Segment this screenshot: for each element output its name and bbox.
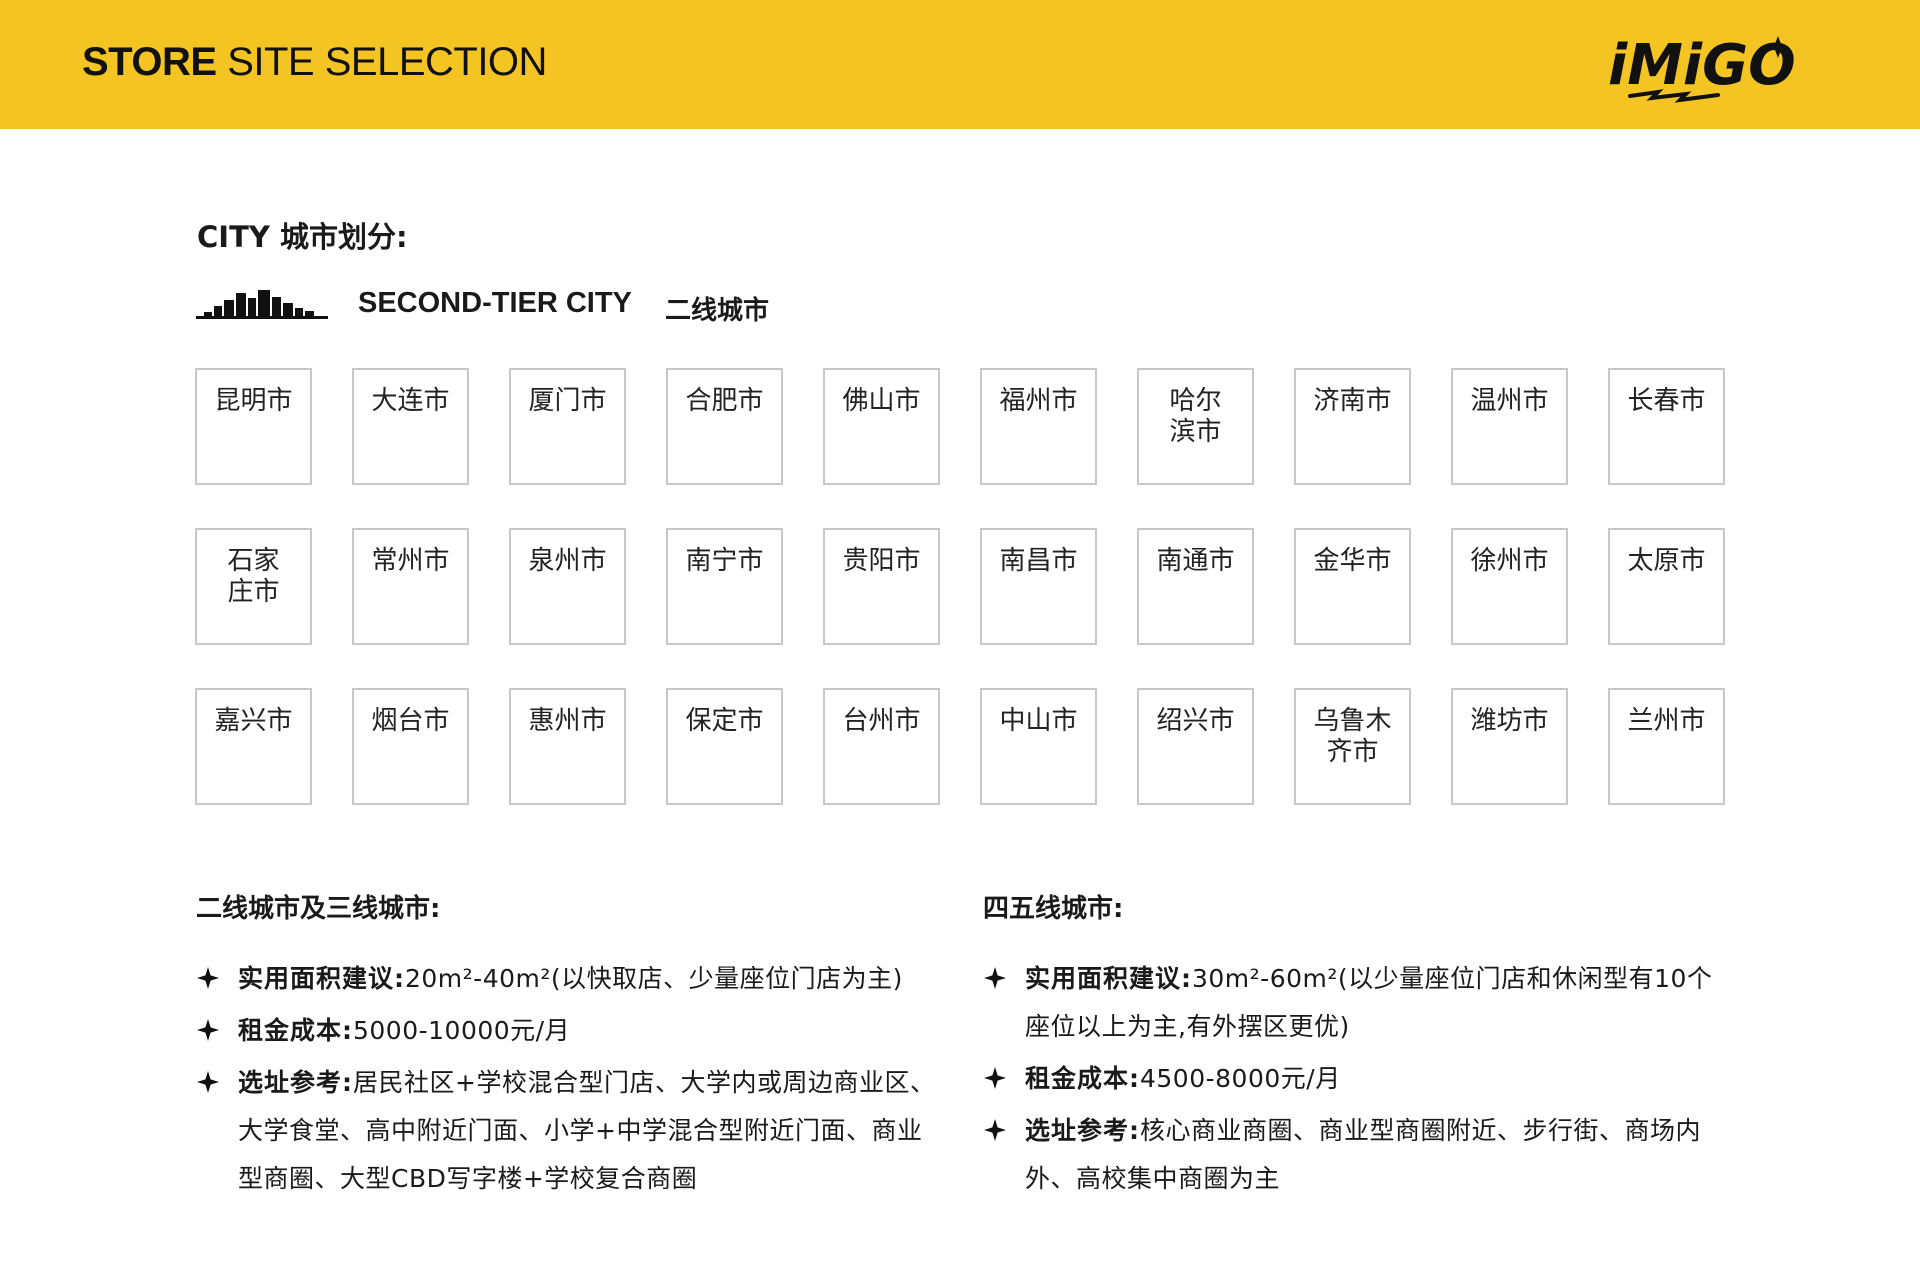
city-box: 温州市 bbox=[1451, 368, 1568, 485]
city-box: 南昌市 bbox=[980, 528, 1097, 645]
item-label: 选址参考: bbox=[1025, 1116, 1140, 1145]
four-point-star-icon bbox=[984, 1119, 1006, 1141]
imigo-logo: iMiGO bbox=[1608, 33, 1796, 103]
city-box: 台州市 bbox=[823, 688, 940, 805]
city-name: 合肥市 bbox=[685, 386, 764, 416]
city-name: 中山市 bbox=[999, 706, 1078, 736]
item-label: 租金成本: bbox=[1025, 1064, 1140, 1093]
item-text: 5000-10000元/月 bbox=[353, 1016, 571, 1045]
tier-subtitle: 二线城市 bbox=[665, 296, 770, 326]
city-box: 潍坊市 bbox=[1451, 688, 1568, 805]
city-box: 常州市 bbox=[352, 528, 469, 645]
city-box: 长春市 bbox=[1608, 368, 1725, 485]
city-box: 绍兴市 bbox=[1137, 688, 1254, 805]
city-box: 厦门市 bbox=[509, 368, 626, 485]
city-box: 乌鲁木齐市 bbox=[1294, 688, 1411, 805]
city-name: 太原市 bbox=[1627, 546, 1706, 576]
city-box: 贵阳市 bbox=[823, 528, 940, 645]
city-box: 保定市 bbox=[666, 688, 783, 805]
list-item: 选址参考:核心商业商圈、商业型商圈附近、步行街、商场内外、高校集中商圈为主 bbox=[983, 1107, 1733, 1203]
city-name: 福州市 bbox=[999, 386, 1078, 416]
four-point-star-icon bbox=[984, 967, 1006, 989]
header-bar: STORE SITE SELECTION iMiGO bbox=[0, 0, 1920, 129]
tier-title: SECOND-TIER CITY bbox=[358, 287, 632, 319]
city-name: 昆明市 bbox=[214, 386, 293, 416]
item-text: 4500-8000元/月 bbox=[1140, 1064, 1341, 1093]
city-name: 金华市 bbox=[1313, 546, 1392, 576]
right-column-heading: 四五线城市: bbox=[983, 894, 1124, 924]
city-box: 惠州市 bbox=[509, 688, 626, 805]
city-name: 哈尔滨市 bbox=[1169, 386, 1222, 447]
city-name: 台州市 bbox=[842, 706, 921, 736]
list-item: 实用面积建议:30m²-60m²(以少量座位门店和休闲型有10个座位以上为主,有… bbox=[983, 955, 1733, 1051]
four-point-star-icon bbox=[984, 1067, 1006, 1089]
city-box: 大连市 bbox=[352, 368, 469, 485]
city-box: 合肥市 bbox=[666, 368, 783, 485]
item-label: 实用面积建议: bbox=[1025, 964, 1192, 993]
tier-2-3-guidelines: 二线城市及三线城市: 实用面积建议:20m²-40m²(以快取店、少量座位门店为… bbox=[196, 888, 946, 1207]
page-title-bold: STORE bbox=[82, 40, 217, 84]
city-box: 南通市 bbox=[1137, 528, 1254, 645]
city-name: 泉州市 bbox=[528, 546, 607, 576]
item-label: 选址参考: bbox=[238, 1068, 353, 1097]
city-box: 中山市 bbox=[980, 688, 1097, 805]
city-name: 兰州市 bbox=[1627, 706, 1706, 736]
city-box: 福州市 bbox=[980, 368, 1097, 485]
city-box: 泉州市 bbox=[509, 528, 626, 645]
left-column-heading: 二线城市及三线城市: bbox=[196, 894, 441, 924]
city-name: 大连市 bbox=[371, 386, 450, 416]
city-skyline-icon bbox=[196, 290, 328, 319]
city-name: 石家庄市 bbox=[227, 546, 280, 607]
city-name: 惠州市 bbox=[528, 706, 607, 736]
city-grid: 昆明市 大连市 厦门市 合肥市 佛山市 福州市 哈尔滨市 济南市 温州市 长春市… bbox=[195, 368, 1725, 805]
city-name: 徐州市 bbox=[1470, 546, 1549, 576]
city-name: 佛山市 bbox=[842, 386, 921, 416]
city-box: 哈尔滨市 bbox=[1137, 368, 1254, 485]
city-name: 保定市 bbox=[685, 706, 764, 736]
city-box: 石家庄市 bbox=[195, 528, 312, 645]
list-item: 选址参考:居民社区+学校混合型门店、大学内或周边商业区、大学食堂、高中附近门面、… bbox=[196, 1059, 946, 1203]
item-text: 20m²-40m²(以快取店、少量座位门店为主) bbox=[405, 964, 903, 993]
page-title: STORE SITE SELECTION bbox=[82, 40, 547, 85]
section-title: CITY 城市划分: bbox=[197, 220, 408, 254]
city-name: 南昌市 bbox=[999, 546, 1078, 576]
page-title-light: SITE SELECTION bbox=[216, 40, 547, 84]
city-name: 常州市 bbox=[371, 546, 450, 576]
city-name: 贵阳市 bbox=[842, 546, 921, 576]
city-name: 乌鲁木齐市 bbox=[1313, 706, 1392, 767]
list-item: 租金成本:4500-8000元/月 bbox=[983, 1055, 1733, 1103]
four-point-star-icon bbox=[197, 967, 219, 989]
city-box: 南宁市 bbox=[666, 528, 783, 645]
item-label: 实用面积建议: bbox=[238, 964, 405, 993]
city-name: 南通市 bbox=[1156, 546, 1235, 576]
list-item: 实用面积建议:20m²-40m²(以快取店、少量座位门店为主) bbox=[196, 955, 946, 1003]
city-name: 长春市 bbox=[1627, 386, 1706, 416]
city-box: 烟台市 bbox=[352, 688, 469, 805]
city-box: 徐州市 bbox=[1451, 528, 1568, 645]
city-name: 温州市 bbox=[1470, 386, 1549, 416]
city-name: 南宁市 bbox=[685, 546, 764, 576]
city-box: 佛山市 bbox=[823, 368, 940, 485]
list-item: 租金成本:5000-10000元/月 bbox=[196, 1007, 946, 1055]
city-box: 金华市 bbox=[1294, 528, 1411, 645]
city-box: 嘉兴市 bbox=[195, 688, 312, 805]
city-name: 嘉兴市 bbox=[214, 706, 293, 736]
four-point-star-icon bbox=[197, 1071, 219, 1093]
city-name: 绍兴市 bbox=[1156, 706, 1235, 736]
city-name: 潍坊市 bbox=[1470, 706, 1549, 736]
tier-4-5-guidelines: 四五线城市: 实用面积建议:30m²-60m²(以少量座位门店和休闲型有10个座… bbox=[983, 888, 1733, 1207]
city-name: 烟台市 bbox=[371, 706, 450, 736]
city-name: 厦门市 bbox=[528, 386, 607, 416]
four-point-star-icon bbox=[197, 1019, 219, 1041]
city-box: 兰州市 bbox=[1608, 688, 1725, 805]
item-label: 租金成本: bbox=[238, 1016, 353, 1045]
logo-text: iMiGO bbox=[1608, 33, 1796, 98]
city-box: 济南市 bbox=[1294, 368, 1411, 485]
city-name: 济南市 bbox=[1313, 386, 1392, 416]
city-box: 昆明市 bbox=[195, 368, 312, 485]
city-box: 太原市 bbox=[1608, 528, 1725, 645]
